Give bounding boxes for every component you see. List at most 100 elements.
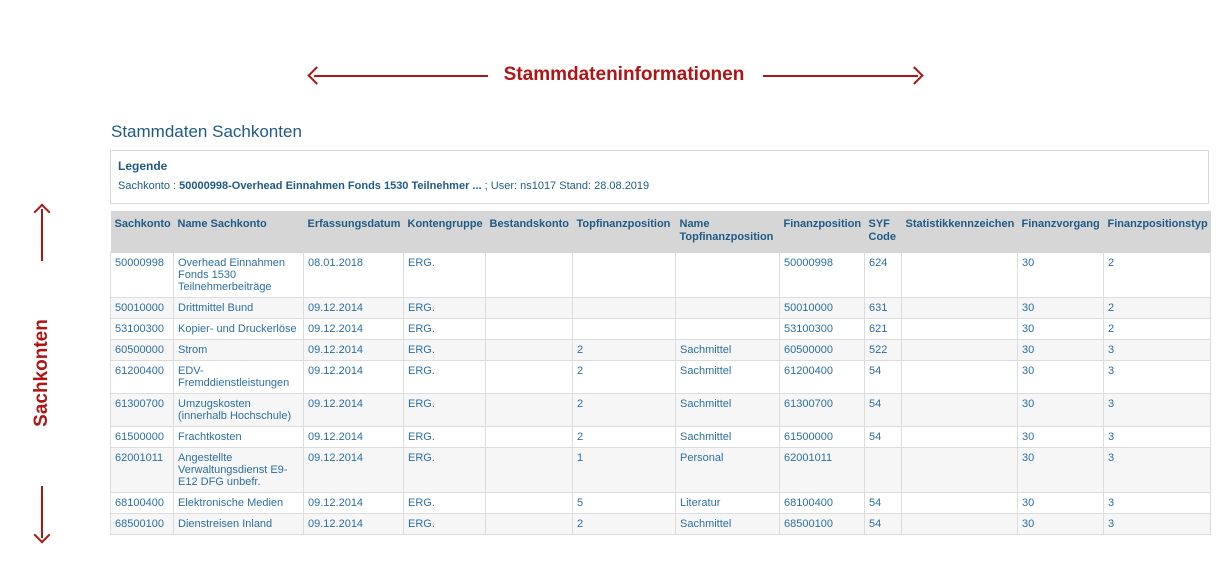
cell-vorgang: 30 bbox=[1017, 393, 1104, 427]
col-header-erfassungsdatum[interactable]: Erfassungsdatum bbox=[303, 211, 404, 253]
cell-datum: 09.12.2014 bbox=[303, 426, 404, 448]
cell-statistik bbox=[901, 318, 1018, 340]
cell-sachkonto: 61300700 bbox=[110, 393, 174, 427]
cell-bestand bbox=[485, 297, 573, 319]
col-header-syf-code[interactable]: SYF Code bbox=[864, 211, 902, 253]
table-row[interactable]: 61200400 EDV-Fremddienstleistungen 09.12… bbox=[110, 360, 1211, 394]
annotation-horizontal-arrow: Stammdateninformationen bbox=[307, 64, 924, 88]
cell-name: Umzugskosten (innerhalb Hochschule) bbox=[173, 393, 304, 427]
cell-vorgang: 30 bbox=[1017, 252, 1104, 298]
cell-name: Strom bbox=[173, 339, 304, 361]
table-row[interactable]: 50010000 Drittmittel Bund 09.12.2014 ERG… bbox=[110, 297, 1211, 319]
cell-finanz: 61200400 bbox=[779, 360, 865, 394]
cell-vorgang: 30 bbox=[1017, 426, 1104, 448]
cell-datum: 09.12.2014 bbox=[303, 339, 404, 361]
page-title: Stammdaten Sachkonten bbox=[111, 122, 302, 141]
cell-finanz: 68100400 bbox=[779, 492, 865, 514]
cell-syf bbox=[864, 447, 902, 493]
legend-sachkonto-label: Sachkonto : bbox=[118, 180, 177, 192]
cell-gruppe: ERG. bbox=[403, 297, 486, 319]
cell-bestand bbox=[485, 393, 573, 427]
cell-top bbox=[572, 252, 676, 298]
cell-gruppe: ERG. bbox=[403, 447, 486, 493]
cell-bestand bbox=[485, 447, 573, 493]
cell-gruppe: ERG. bbox=[403, 339, 486, 361]
col-header-finanzposition[interactable]: Finanzposition bbox=[779, 211, 865, 253]
cell-name: Frachtkosten bbox=[173, 426, 304, 448]
cell-bestand bbox=[485, 426, 573, 448]
table-row[interactable]: 53100300 Kopier- und Druckerlöse 09.12.2… bbox=[110, 318, 1211, 340]
col-header-sachkonto[interactable]: Sachkonto bbox=[110, 211, 174, 253]
cell-vorgang: 30 bbox=[1017, 339, 1104, 361]
table-body: 50000998 Overhead Einnahmen Fonds 1530 T… bbox=[110, 252, 1211, 535]
cell-finanz: 62001011 bbox=[779, 447, 865, 493]
table-row[interactable]: 60500000 Strom 09.12.2014 ERG. 2 Sachmit… bbox=[110, 339, 1211, 361]
col-header-statistikkennzeichen[interactable]: Statistikkennzeichen bbox=[901, 211, 1018, 253]
table-header: Sachkonto Name Sachkonto Erfassungsdatum… bbox=[110, 211, 1211, 253]
cell-sachkonto: 68100400 bbox=[110, 492, 174, 514]
col-header-name-topfinanzposition[interactable]: Name Topfinanzposition bbox=[675, 211, 780, 253]
col-header-finanzpositionstyp[interactable]: Finanzpositionstyp bbox=[1103, 211, 1211, 253]
cell-statistik bbox=[901, 492, 1018, 514]
col-header-bestandskonto[interactable]: Bestandskonto bbox=[485, 211, 573, 253]
cell-top bbox=[572, 318, 676, 340]
cell-finanz: 53100300 bbox=[779, 318, 865, 340]
table-row[interactable]: 68100400 Elektronische Medien 09.12.2014… bbox=[110, 492, 1211, 514]
cell-sachkonto: 50000998 bbox=[110, 252, 174, 298]
cell-top: 2 bbox=[572, 393, 676, 427]
cell-name-top bbox=[675, 297, 780, 319]
cell-typ: 2 bbox=[1103, 318, 1211, 340]
cell-name: EDV-Fremddienstleistungen bbox=[173, 360, 304, 394]
cell-top: 5 bbox=[572, 492, 676, 514]
cell-gruppe: ERG. bbox=[403, 513, 486, 535]
cell-gruppe: ERG. bbox=[403, 252, 486, 298]
table-row[interactable]: 62001011 Angestellte Verwaltungsdienst E… bbox=[110, 447, 1211, 493]
cell-top: 2 bbox=[572, 360, 676, 394]
cell-name: Overhead Einnahmen Fonds 1530 Teilnehmer… bbox=[173, 252, 304, 298]
legend-user: ; User: ns1017 bbox=[484, 180, 557, 192]
cell-statistik bbox=[901, 297, 1018, 319]
cell-typ: 3 bbox=[1103, 339, 1211, 361]
col-header-topfinanzposition[interactable]: Topfinanzposition bbox=[572, 211, 676, 253]
cell-bestand bbox=[485, 339, 573, 361]
cell-gruppe: ERG. bbox=[403, 393, 486, 427]
table-row[interactable]: 61500000 Frachtkosten 09.12.2014 ERG. 2 … bbox=[110, 426, 1211, 448]
arrow-right-head-icon bbox=[905, 66, 924, 85]
cell-name: Kopier- und Druckerlöse bbox=[173, 318, 304, 340]
col-header-kontengruppe[interactable]: Kontengruppe bbox=[403, 211, 486, 253]
table-row[interactable]: 68500100 Dienstreisen Inland 09.12.2014 … bbox=[110, 513, 1211, 535]
cell-typ: 3 bbox=[1103, 492, 1211, 514]
cell-name-top: Sachmittel bbox=[675, 426, 780, 448]
cell-datum: 09.12.2014 bbox=[303, 492, 404, 514]
table-row[interactable]: 61300700 Umzugskosten (innerhalb Hochsch… bbox=[110, 393, 1211, 427]
cell-top: 2 bbox=[572, 426, 676, 448]
cell-name-top: Sachmittel bbox=[675, 339, 780, 361]
cell-finanz: 61300700 bbox=[779, 393, 865, 427]
header-row: Sachkonto Name Sachkonto Erfassungsdatum… bbox=[110, 211, 1211, 253]
cell-syf: 54 bbox=[864, 360, 902, 394]
cell-name-top: Personal bbox=[675, 447, 780, 493]
legend-box: Legende Sachkonto : 50000998-Overhead Ei… bbox=[110, 150, 1209, 204]
cell-vorgang: 30 bbox=[1017, 297, 1104, 319]
cell-top: 1 bbox=[572, 447, 676, 493]
col-header-name[interactable]: Name Sachkonto bbox=[173, 211, 304, 253]
legend-title: Legende bbox=[118, 159, 168, 173]
table-row[interactable]: 50000998 Overhead Einnahmen Fonds 1530 T… bbox=[110, 252, 1211, 298]
cell-syf: 621 bbox=[864, 318, 902, 340]
cell-statistik bbox=[901, 447, 1018, 493]
cell-syf: 54 bbox=[864, 393, 902, 427]
cell-finanz: 60500000 bbox=[779, 339, 865, 361]
legend-sachkonto-value: 50000998-Overhead Einnahmen Fonds 1530 T… bbox=[179, 180, 482, 192]
cell-name: Dienstreisen Inland bbox=[173, 513, 304, 535]
cell-name-top: Literatur bbox=[675, 492, 780, 514]
cell-datum: 09.12.2014 bbox=[303, 360, 404, 394]
cell-vorgang: 30 bbox=[1017, 492, 1104, 514]
arrow-down-head-icon bbox=[33, 526, 51, 544]
cell-typ: 3 bbox=[1103, 513, 1211, 535]
cell-datum: 09.12.2014 bbox=[303, 297, 404, 319]
sachkonten-table: Sachkonto Name Sachkonto Erfassungsdatum… bbox=[110, 211, 1211, 535]
cell-name-top: Sachmittel bbox=[675, 513, 780, 535]
col-header-finanzvorgang[interactable]: Finanzvorgang bbox=[1017, 211, 1104, 253]
cell-name-top bbox=[675, 252, 780, 298]
cell-syf: 624 bbox=[864, 252, 902, 298]
